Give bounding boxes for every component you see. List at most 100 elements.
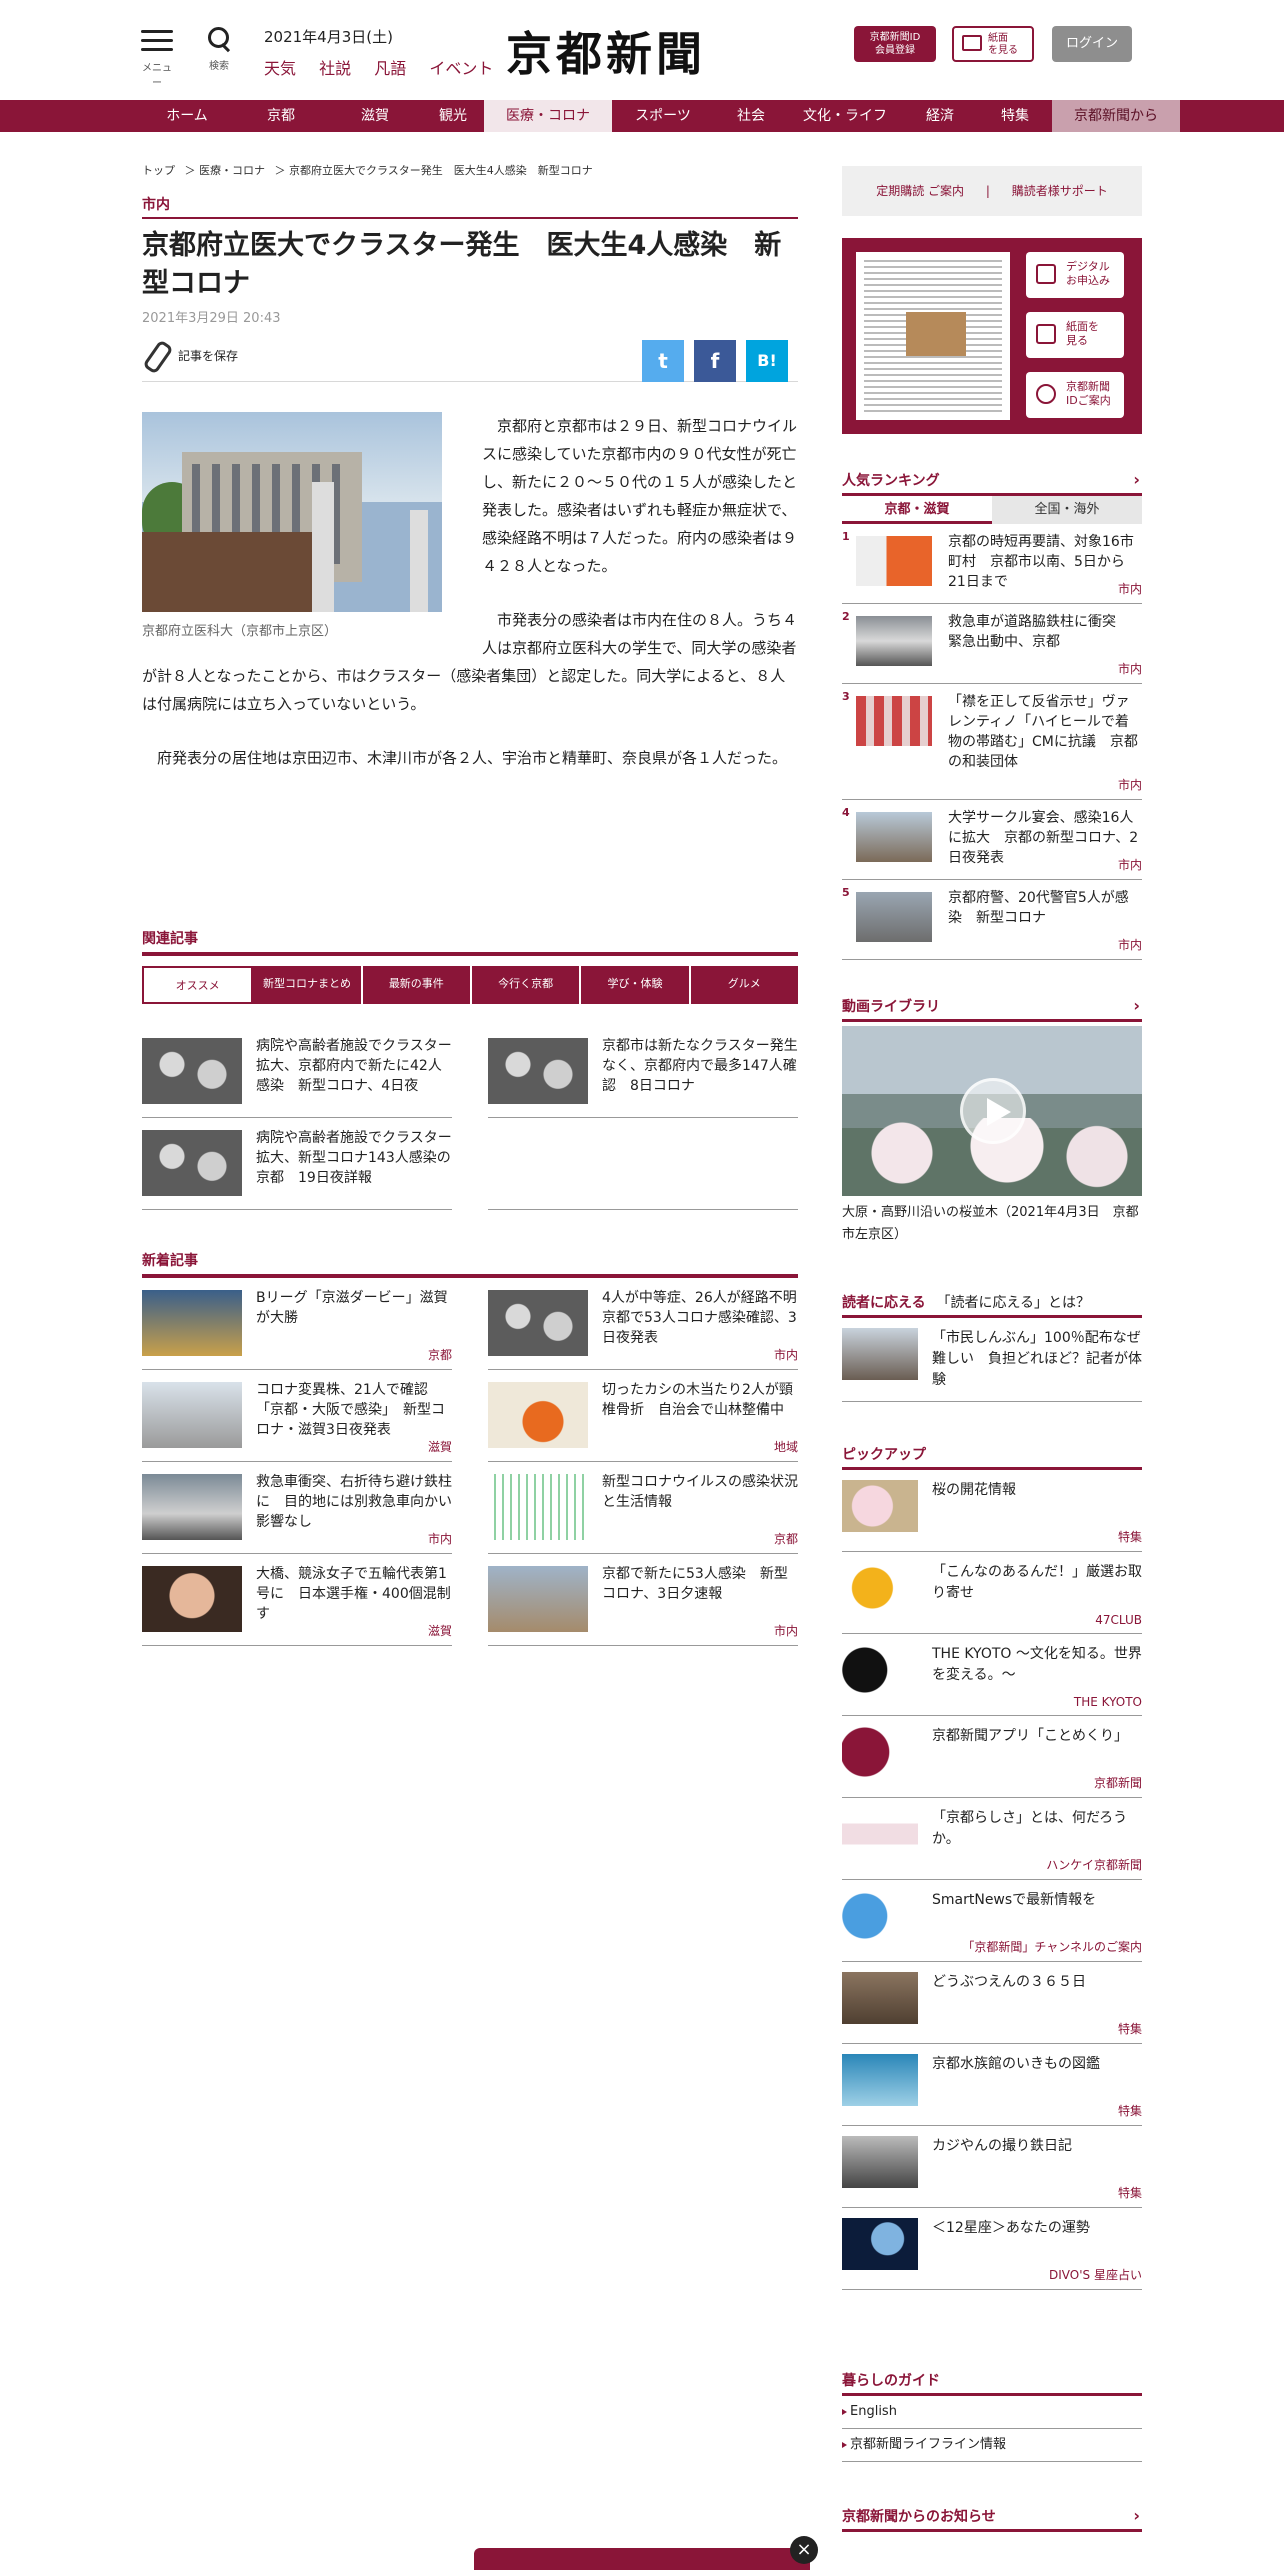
new-article-tag[interactable]: 京都 [428, 1346, 452, 1363]
pickup-item-tag[interactable]: 特集 [1118, 1528, 1142, 1545]
nav-economy[interactable]: 経済 [902, 100, 978, 132]
video-caption[interactable]: 大原・高野川沿いの桜並木（2021年4月3日 京都市左京区） [842, 1202, 1142, 1246]
related-item[interactable]: 病院や高齢者施設でクラスター拡大、京都府内で新たに42人感染 新型コロナ、4日夜 [142, 1026, 452, 1118]
tab-go-kyoto[interactable]: 今行く京都 [471, 966, 582, 1004]
tab-recommended[interactable]: オススメ [142, 966, 254, 1004]
pickup-item[interactable]: ＜12星座＞あなたの運勢 DIVO'S 星座占い [842, 2208, 1142, 2290]
ranking-item[interactable]: 4 大学サークル宴会、感染16人に拡大 京都の新型コロナ、2日夜発表 市内 [842, 800, 1142, 880]
new-article-item[interactable]: 切ったカシの木当たり2人が頸椎骨折 自治会で山林整備中 地域 [488, 1370, 798, 1462]
subscribe-link[interactable]: 定期購読 ご案内 [876, 184, 964, 198]
nav-home[interactable]: ホーム [140, 100, 234, 132]
tab-learning[interactable]: 学び・体験 [581, 966, 691, 1004]
guide-link-lifeline[interactable]: 京都新聞ライフライン情報 [842, 2429, 1142, 2462]
pickup-item[interactable]: どうぶつえんの３６５日 特集 [842, 1962, 1142, 2044]
facebook-share-button[interactable]: f [694, 340, 736, 382]
video-title[interactable]: 動画ライブラリ › [842, 996, 1142, 1022]
ranking-item-tag[interactable]: 市内 [1118, 660, 1142, 677]
pickup-item[interactable]: 京都水族館のいきもの図鑑 特集 [842, 2044, 1142, 2126]
pickup-item[interactable]: カジやんの撮り鉄日記 特集 [842, 2126, 1142, 2208]
pickup-item-tag[interactable]: THE KYOTO [1074, 1695, 1142, 1709]
tab-gourmet[interactable]: グルメ [690, 966, 798, 1004]
new-article-item[interactable]: Bリーグ「京滋ダービー」滋賀が大勝 京都 [142, 1278, 452, 1370]
ranking-item-tag[interactable]: 市内 [1118, 776, 1142, 793]
breadcrumb-category[interactable]: ＞ 医療・コロナ [185, 164, 266, 177]
twitter-share-button[interactable]: t [642, 340, 684, 382]
pickup-item[interactable]: SmartNewsで最新情報を 「京都新聞」チャンネルのご案内 [842, 1880, 1142, 1962]
subscriber-support-link[interactable]: 購読者様サポート [1012, 184, 1108, 198]
menu-button[interactable]: メニュー [140, 30, 174, 89]
pickup-item-tag[interactable]: ハンケイ京都新聞 [1046, 1856, 1142, 1873]
newspaper-preview[interactable] [856, 252, 1010, 420]
new-article-tag[interactable]: 滋賀 [428, 1438, 452, 1455]
article-section-label[interactable]: 市内 [142, 194, 798, 219]
play-icon[interactable] [960, 1078, 1026, 1144]
video-player[interactable] [842, 1026, 1142, 1196]
close-icon[interactable]: × [790, 2536, 818, 2564]
new-article-tag[interactable]: 滋賀 [428, 1622, 452, 1639]
ranking-item[interactable]: 1 京都の時短再要請、対象16市町村 京都市以南、5日から21日まで 市内 [842, 524, 1142, 604]
nav-kyoto[interactable]: 京都 [234, 100, 328, 132]
id-info-button[interactable]: 京都新聞 IDご案内 [1026, 372, 1124, 418]
notice-title[interactable]: 京都新聞からのお知らせ › [842, 2506, 1142, 2532]
pickup-item[interactable]: 桜の開花情報 特集 [842, 1470, 1142, 1552]
new-article-item[interactable]: 4人が中等症、26人が経路不明 京都で53人コロナ感染確認、3日夜発表 市内 [488, 1278, 811, 1370]
nav-medical-corona[interactable]: 医療・コロナ [484, 100, 612, 132]
pickup-item-tag[interactable]: 特集 [1118, 2102, 1142, 2119]
ranking-item-tag[interactable]: 市内 [1118, 936, 1142, 953]
article-photo[interactable] [142, 412, 442, 612]
tab-corona-summary[interactable]: 新型コロナまとめ [253, 966, 363, 1004]
new-article-tag[interactable]: 市内 [774, 1622, 798, 1639]
tab-kyoto-shiga[interactable]: 京都・滋賀 [842, 496, 992, 524]
quick-link-events[interactable]: イベント [429, 59, 493, 78]
site-logo[interactable]: 京都新聞 [506, 18, 706, 84]
pickup-item[interactable]: THE KYOTO ～文化を知る。世界を変える。～ THE KYOTO [842, 1634, 1142, 1716]
guide-link-english[interactable]: English [842, 2396, 1142, 2429]
tab-national[interactable]: 全国・海外 [992, 496, 1142, 524]
ranking-item[interactable]: 2 救急車が道路脇鉄柱に衝突 緊急出動中、京都 市内 [842, 604, 1142, 684]
new-article-tag[interactable]: 京都 [774, 1530, 798, 1547]
new-article-item[interactable]: 救急車衝突、右折待ち避け鉄柱に 目的地には別救急車向かい影響なし 市内 [142, 1462, 452, 1554]
nav-tourism[interactable]: 観光 [422, 100, 484, 132]
view-paper-side-button[interactable]: 紙面を 見る [1026, 312, 1124, 358]
quick-link-bongo[interactable]: 凡語 [374, 59, 406, 78]
pickup-item-tag[interactable]: 47CLUB [1095, 1613, 1142, 1627]
pickup-item-tag[interactable]: 「京都新聞」チャンネルのご案内 [962, 1938, 1142, 1955]
reader-answer-item[interactable]: 「市民しんぶん」100％配布なぜ難しい 負担どれほど？記者が体験 [842, 1318, 1142, 1402]
pickup-item-tag[interactable]: 特集 [1118, 2184, 1142, 2201]
ranking-item[interactable]: 5 京都府警、20代警官5人が感染 新型コロナ 市内 [842, 880, 1142, 960]
ranking-item[interactable]: 3 「襟を正して反省示せ」ヴァレンティノ「ハイヒールで着物の帯踏む」CMに抗議 … [842, 684, 1142, 800]
pickup-item[interactable]: 「こんなのあるんだ！」厳選お取り寄せ 47CLUB [842, 1552, 1142, 1634]
pickup-item-tag[interactable]: DIVO'S 星座占い [1049, 2266, 1142, 2283]
nav-from-kyoto-np[interactable]: 京都新聞から [1052, 100, 1180, 132]
new-article-tag[interactable]: 地域 [774, 1438, 798, 1455]
hatena-bookmark-button[interactable]: B! [746, 340, 788, 382]
member-register-button[interactable]: 京都新聞ID 会員登録 [854, 26, 936, 62]
search-button[interactable]: 検索 [204, 26, 234, 72]
pickup-item-tag[interactable]: 京都新聞 [1094, 1774, 1142, 1791]
ranking-title[interactable]: 人気ランキング › [842, 470, 1142, 496]
pickup-item[interactable]: 京都新聞アプリ「ことめくり」 京都新聞 [842, 1716, 1142, 1798]
new-article-item[interactable]: 新型コロナウイルスの感染状況と生活情報 京都 [488, 1462, 798, 1554]
new-article-tag[interactable]: 市内 [428, 1530, 452, 1547]
pickup-item[interactable]: 「京都らしさ」とは、何だろうか。 ハンケイ京都新聞 [842, 1798, 1142, 1880]
login-button[interactable]: ログイン [1052, 26, 1132, 62]
new-article-tag[interactable]: 市内 [774, 1346, 798, 1363]
nav-special[interactable]: 特集 [978, 100, 1052, 132]
nav-culture-life[interactable]: 文化・ライフ [788, 100, 902, 132]
ranking-item-tag[interactable]: 市内 [1118, 580, 1142, 597]
save-article-button[interactable]: 記事を保存 [142, 340, 238, 370]
quick-link-weather[interactable]: 天気 [264, 59, 296, 78]
tab-latest-incidents[interactable]: 最新の事件 [362, 966, 472, 1004]
related-item[interactable]: 京都市は新たなクラスター発生なく、京都府内で最多147人確認 8日コロナ [488, 1026, 798, 1118]
view-paper-button[interactable]: 紙面 を見る [952, 26, 1034, 62]
bottom-banner[interactable] [474, 2548, 810, 2570]
new-article-item[interactable]: 京都で新たに53人感染 新型コロナ、3日夕速報 市内 [488, 1554, 798, 1646]
nav-society[interactable]: 社会 [714, 100, 788, 132]
new-article-item[interactable]: 大橋、競泳女子で五輪代表第1号に 日本選手権・400個混制す 滋賀 [142, 1554, 452, 1646]
nav-sports[interactable]: スポーツ [612, 100, 714, 132]
related-item[interactable]: 病院や高齢者施設でクラスター拡大、新型コロナ143人感染の京都 19日夜詳報 [142, 1118, 452, 1210]
digital-apply-button[interactable]: デジタル お申込み [1026, 252, 1124, 298]
pickup-item-tag[interactable]: 特集 [1118, 2020, 1142, 2037]
reader-answer-about-link[interactable]: 「読者に応える」とは？ [936, 1295, 1090, 1311]
quick-link-editorial[interactable]: 社説 [319, 59, 351, 78]
